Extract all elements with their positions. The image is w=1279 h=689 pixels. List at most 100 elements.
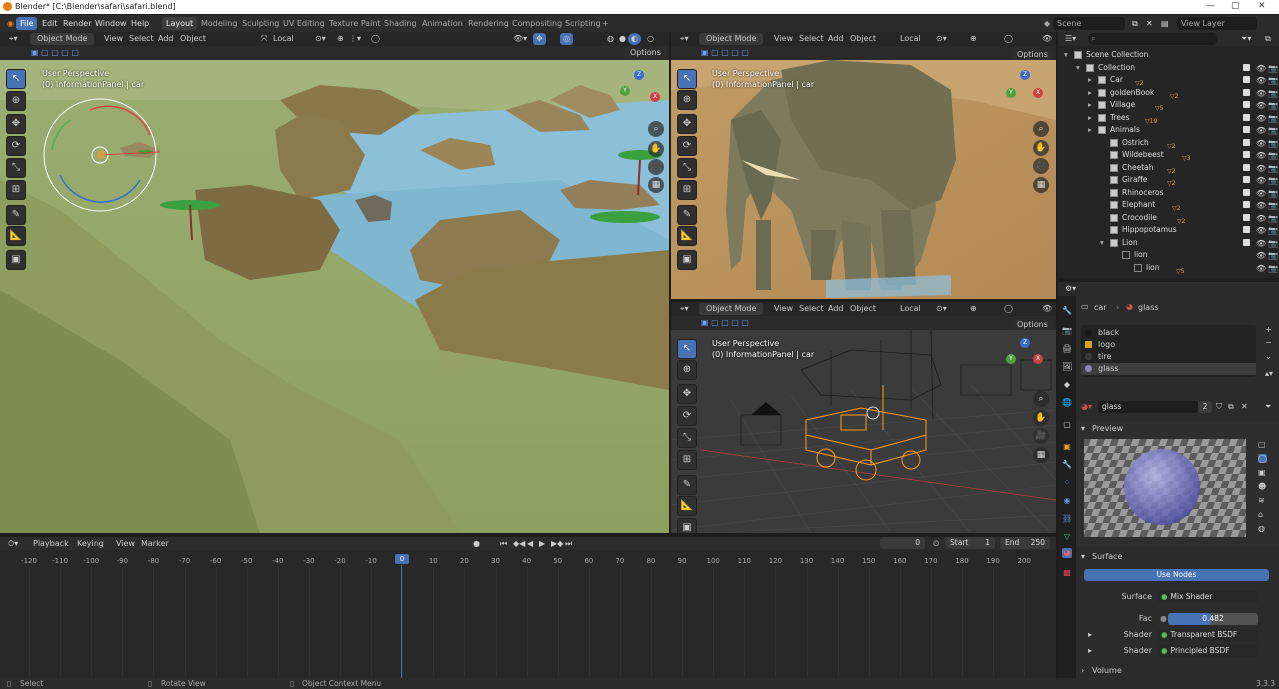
camera-icon[interactable]: 📷 bbox=[1268, 113, 1278, 125]
eye-icon[interactable]: 👁 bbox=[1256, 200, 1266, 212]
editor-type-icon[interactable]: ⌖▾ bbox=[677, 303, 692, 315]
annotate-tool[interactable]: ✎ bbox=[6, 205, 26, 225]
scale-tool[interactable]: ⤡ bbox=[6, 158, 26, 178]
outliner-row[interactable]: Wildebeest ▽3 👁 📷 bbox=[1058, 149, 1279, 162]
pivot-icon[interactable]: ⊙▾ bbox=[933, 303, 950, 315]
transform-tool[interactable]: ⊞ bbox=[677, 180, 697, 200]
outliner-row[interactable]: Hippopotamus 👁 📷 bbox=[1058, 224, 1279, 237]
eye-icon[interactable]: 👁 bbox=[1256, 225, 1266, 237]
visibility-icon[interactable]: 👁 bbox=[1039, 33, 1055, 45]
proportional-icon[interactable]: ◯ bbox=[1001, 33, 1016, 45]
outliner-row[interactable]: ▾ Lion 👁 📷 bbox=[1058, 237, 1279, 250]
scene-tab-icon[interactable]: ◆ bbox=[1062, 380, 1072, 390]
eye-icon[interactable]: 👁 bbox=[1256, 150, 1266, 162]
eye-icon[interactable]: 👁 bbox=[1256, 138, 1266, 150]
gizmo-z[interactable]: Z bbox=[1020, 338, 1030, 348]
texture-tab-icon[interactable]: ▩ bbox=[1062, 568, 1072, 578]
menu-help[interactable]: Help bbox=[127, 17, 153, 30]
view-layer-selector[interactable]: View Layer bbox=[1177, 17, 1257, 30]
chevron-down-icon[interactable]: ▾ bbox=[1081, 424, 1085, 433]
tool-tab-icon[interactable]: 🔧 bbox=[1062, 306, 1072, 316]
data-tab-icon[interactable]: ▽ bbox=[1062, 532, 1072, 542]
maximize-icon[interactable]: ▢ bbox=[1231, 1, 1240, 11]
exclude-checkbox[interactable] bbox=[1243, 201, 1250, 208]
eye-icon[interactable]: 👁 bbox=[1256, 213, 1266, 225]
tab-modeling[interactable]: Modeling bbox=[197, 17, 241, 30]
material-name-field[interactable]: glass bbox=[1098, 401, 1198, 413]
preview-monkey-icon[interactable]: ☻ bbox=[1258, 482, 1266, 491]
material-users-count[interactable]: 2 bbox=[1198, 401, 1212, 413]
camera-icon[interactable]: 📷 bbox=[1268, 175, 1278, 187]
pivot-icon[interactable]: ⊙▾ bbox=[312, 33, 329, 45]
shading-rendered-icon[interactable]: ○ bbox=[644, 33, 657, 45]
eye-icon[interactable]: 👁 bbox=[1256, 188, 1266, 200]
outliner-row[interactable]: Rhinoceros 👁 📷 bbox=[1058, 187, 1279, 200]
camera-icon[interactable]: 📷 bbox=[1268, 200, 1278, 212]
pivot-icon[interactable]: ⊙▾ bbox=[933, 33, 950, 45]
new-scene-icon[interactable]: ⧉ bbox=[1128, 17, 1142, 30]
ortho-grid-icon[interactable]: ▦ bbox=[1033, 177, 1049, 193]
editor-type-icon[interactable]: ⌖▾ bbox=[6, 33, 21, 45]
disclosure-icon[interactable]: ▾ bbox=[1100, 237, 1104, 249]
camera-icon[interactable]: 📷 bbox=[1268, 213, 1278, 225]
chevron-down-icon[interactable]: ▾ bbox=[1081, 552, 1085, 561]
preview-sphere-icon[interactable]: ◯ bbox=[1258, 454, 1267, 463]
cursor-tool[interactable]: ⊕ bbox=[677, 90, 697, 110]
chevron-right-icon[interactable]: › bbox=[1081, 666, 1084, 675]
viewport-wireframe[interactable]: User Perspective (0) InformationPanel | … bbox=[671, 330, 1056, 533]
exclude-checkbox[interactable] bbox=[1243, 76, 1250, 83]
outliner-row[interactable]: ▾ Scene Collection bbox=[1058, 49, 1279, 62]
select-mode-icons[interactable]: ▣ ▢ ▢ ▢ ▢ bbox=[28, 47, 82, 59]
object-tab-icon[interactable]: ▣ bbox=[1062, 442, 1072, 452]
delete-scene-icon[interactable]: ✕ bbox=[1142, 17, 1157, 30]
select-mode-icons[interactable]: ▣ ▢ ▢ ▢ ▢ bbox=[698, 47, 752, 59]
camera-icon[interactable]: 📷 bbox=[1268, 238, 1278, 250]
eye-icon[interactable]: 👁 bbox=[1256, 113, 1266, 125]
visibility-icon[interactable]: 👁▾ bbox=[510, 33, 530, 45]
outliner-row[interactable]: ▸ Car ▽2 👁 📷 bbox=[1058, 74, 1279, 87]
eye-icon[interactable]: 👁 bbox=[1256, 100, 1266, 112]
use-nodes-button[interactable]: Use Nodes bbox=[1084, 569, 1269, 581]
pan-hand-icon[interactable]: ✋ bbox=[648, 141, 664, 157]
minimize-icon[interactable]: — bbox=[1206, 1, 1215, 11]
tab-rendering[interactable]: Rendering bbox=[464, 17, 513, 30]
exclude-checkbox[interactable] bbox=[1243, 63, 1250, 71]
pan-hand-icon[interactable]: ✋ bbox=[1033, 410, 1049, 426]
exclude-checkbox[interactable] bbox=[1243, 88, 1250, 96]
disclosure-icon[interactable]: ▾ bbox=[1076, 62, 1080, 74]
exclude-checkbox[interactable] bbox=[1243, 163, 1250, 171]
proportional-icon[interactable]: ◯ bbox=[1001, 303, 1016, 315]
new-collection-icon[interactable]: ⧉ bbox=[1262, 33, 1274, 45]
outliner-row[interactable]: Elephant ▽2 👁 📷 bbox=[1058, 199, 1279, 212]
camera-icon[interactable]: 📷 bbox=[1268, 75, 1278, 87]
snap-icon[interactable]: ⊕ bbox=[334, 33, 347, 45]
tab-texture-paint[interactable]: Texture Paint bbox=[325, 17, 385, 30]
close-icon[interactable]: ✕ bbox=[1258, 1, 1266, 11]
outliner-editor-icon[interactable]: ☰▾ bbox=[1062, 33, 1079, 45]
measure-tool[interactable]: 📐 bbox=[677, 226, 697, 246]
camera-view-icon[interactable]: 🎥 bbox=[648, 159, 664, 175]
transform-orientation-selector[interactable]: Local bbox=[897, 33, 924, 45]
playhead-marker[interactable]: 0 bbox=[395, 554, 409, 564]
viewport-elephant[interactable]: User Perspective (0) InformationPanel | … bbox=[671, 60, 1056, 299]
cursor-tool[interactable]: ⊕ bbox=[677, 360, 697, 380]
outliner-search-input[interactable]: ⌕ bbox=[1088, 33, 1218, 45]
scale-tool[interactable]: ⤡ bbox=[677, 158, 697, 178]
exclude-checkbox[interactable] bbox=[1243, 226, 1250, 233]
cursor-tool[interactable]: ⊕ bbox=[6, 91, 26, 111]
menu-object[interactable]: Object bbox=[847, 33, 879, 45]
scene-selector[interactable]: Scene bbox=[1053, 17, 1125, 30]
measure-tool[interactable]: 📐 bbox=[677, 496, 697, 516]
gizmo-y[interactable]: Y bbox=[1006, 88, 1016, 98]
fac-slider[interactable]: 0.482 bbox=[1168, 613, 1258, 625]
list-item[interactable]: tire bbox=[1081, 351, 1256, 363]
camera-icon[interactable]: 📷 bbox=[1268, 163, 1278, 175]
world-tab-icon[interactable]: 🌐 bbox=[1062, 398, 1072, 408]
menu-view[interactable]: View bbox=[101, 33, 126, 45]
constraints-tab-icon[interactable]: ⛓ bbox=[1062, 514, 1072, 524]
outliner-row[interactable]: Ostrich ▽2 👁 📷 bbox=[1058, 137, 1279, 150]
disclosure-icon[interactable]: ▸ bbox=[1088, 87, 1092, 99]
menu-object[interactable]: Object bbox=[177, 33, 209, 45]
menu-view[interactable]: View bbox=[771, 303, 796, 315]
unlink-material-icon[interactable]: ✕ bbox=[1241, 402, 1248, 411]
